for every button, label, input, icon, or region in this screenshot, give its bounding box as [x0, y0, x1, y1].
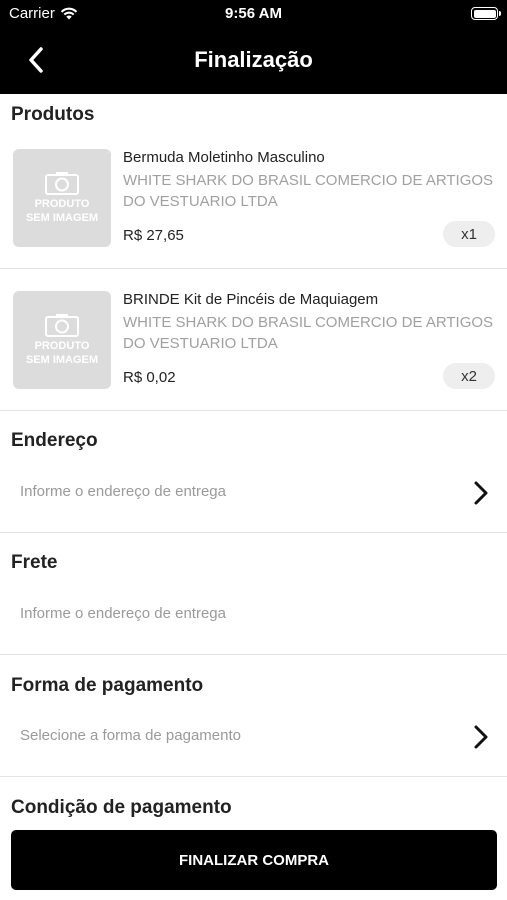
product-quantity-badge: x1 [443, 221, 495, 247]
address-selector[interactable]: Informe o endereço de entrega [0, 464, 507, 522]
shipping-placeholder: Informe o endereço de entrega [20, 605, 226, 622]
product-image-placeholder: PRODUTO SEM IMAGEM [13, 291, 111, 389]
payment-method-placeholder: Selecione a forma de pagamento [20, 727, 241, 744]
placeholder-text-line2: SEM IMAGEM [25, 354, 99, 366]
finalize-purchase-button[interactable]: FINALIZAR COMPRA [11, 830, 497, 890]
status-bar: Carrier 9:56 AM [0, 0, 507, 28]
chevron-right-icon [474, 481, 488, 505]
placeholder-text-line1: PRODUTO [34, 198, 90, 210]
status-time: 9:56 AM [225, 5, 282, 22]
navigation-bar: Finalização [0, 28, 507, 94]
camera-icon [45, 172, 79, 195]
divider [0, 532, 507, 533]
product-seller: WHITE SHARK DO BRASIL COMERCIO DE ARTIGO… [123, 172, 494, 210]
product-name: BRINDE Kit de Pincéis de Maquiagem [123, 291, 379, 308]
payment-condition-section-title: Condição de pagamento [11, 797, 232, 818]
address-section-title: Endereço [11, 430, 98, 451]
product-price: R$ 0,02 [123, 369, 176, 386]
payment-method-section-title: Forma de pagamento [11, 675, 204, 696]
divider [0, 410, 507, 411]
divider [0, 654, 507, 655]
divider [0, 268, 507, 269]
page-title: Finalização [194, 47, 313, 72]
product-price: R$ 27,65 [123, 227, 184, 244]
product-quantity-badge: x2 [443, 363, 495, 389]
camera-icon [45, 314, 79, 337]
product-seller: WHITE SHARK DO BRASIL COMERCIO DE ARTIGO… [123, 314, 494, 352]
battery-icon [471, 7, 501, 20]
placeholder-text-line2: SEM IMAGEM [25, 212, 99, 224]
address-placeholder: Informe o endereço de entrega [20, 483, 226, 500]
shipping-section-title: Frete [11, 552, 58, 573]
product-name: Bermuda Moletinho Masculino [123, 149, 325, 166]
chevron-right-icon [474, 725, 488, 749]
product-image-placeholder: PRODUTO SEM IMAGEM [13, 149, 111, 247]
payment-method-selector[interactable]: Selecione a forma de pagamento [0, 708, 507, 766]
checkout-content[interactable]: Produtos PRODUTO SEM IMAGEM Bermuda Mole… [0, 94, 507, 900]
products-section-title: Produtos [11, 104, 95, 125]
placeholder-text-line1: PRODUTO [34, 340, 90, 352]
divider [0, 776, 507, 777]
